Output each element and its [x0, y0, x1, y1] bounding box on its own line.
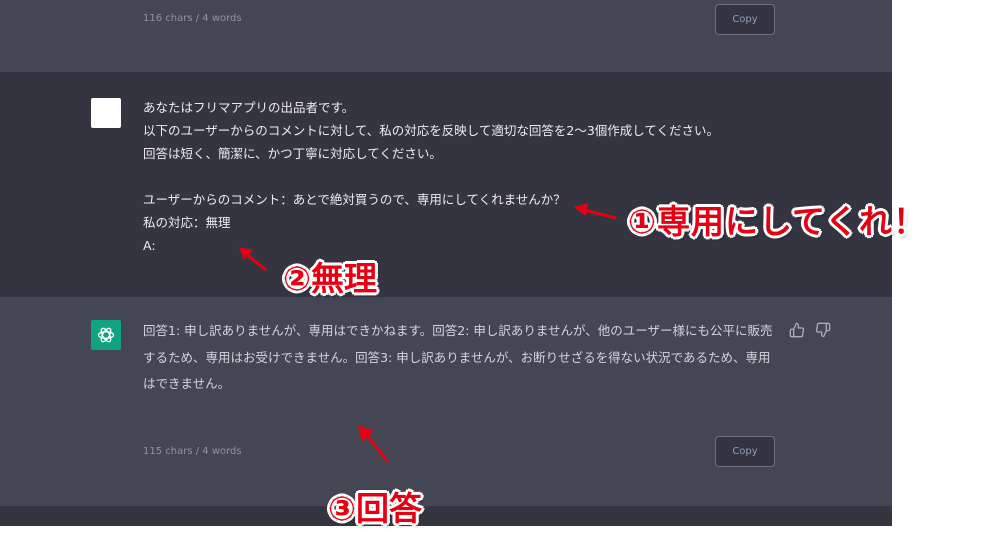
annotation-label-2: ②無理	[283, 259, 377, 298]
next-section	[0, 506, 892, 526]
chat-window: 116 chars / 4 words Copy あなたはフリマアプリの出品者で…	[0, 0, 892, 526]
copy-button[interactable]: Copy	[715, 436, 775, 467]
char-word-count: 116 chars / 4 words	[143, 13, 242, 24]
char-word-count: 115 chars / 4 words	[143, 446, 242, 457]
assistant-message-text: 回答1: 申し訳ありませんが、専用はできかねます。回答2: 申し訳ありませんが、…	[143, 323, 773, 391]
assistant-avatar	[91, 320, 121, 350]
annotation-arrow-2	[239, 247, 267, 272]
thumbs-up-icon[interactable]	[789, 322, 805, 338]
annotation-arrow-3	[358, 425, 390, 463]
copy-button[interactable]: Copy	[715, 4, 775, 35]
user-avatar	[91, 98, 121, 128]
annotation-label-3: ③回答	[328, 489, 422, 528]
thumbs-down-icon[interactable]	[815, 322, 831, 338]
annotation-label-1: ①専用にしてくれ！	[628, 202, 927, 241]
annotation-arrow-1	[574, 203, 617, 220]
openai-logo-icon	[97, 327, 115, 343]
previous-message-footer: 116 chars / 4 words Copy	[0, 0, 892, 72]
